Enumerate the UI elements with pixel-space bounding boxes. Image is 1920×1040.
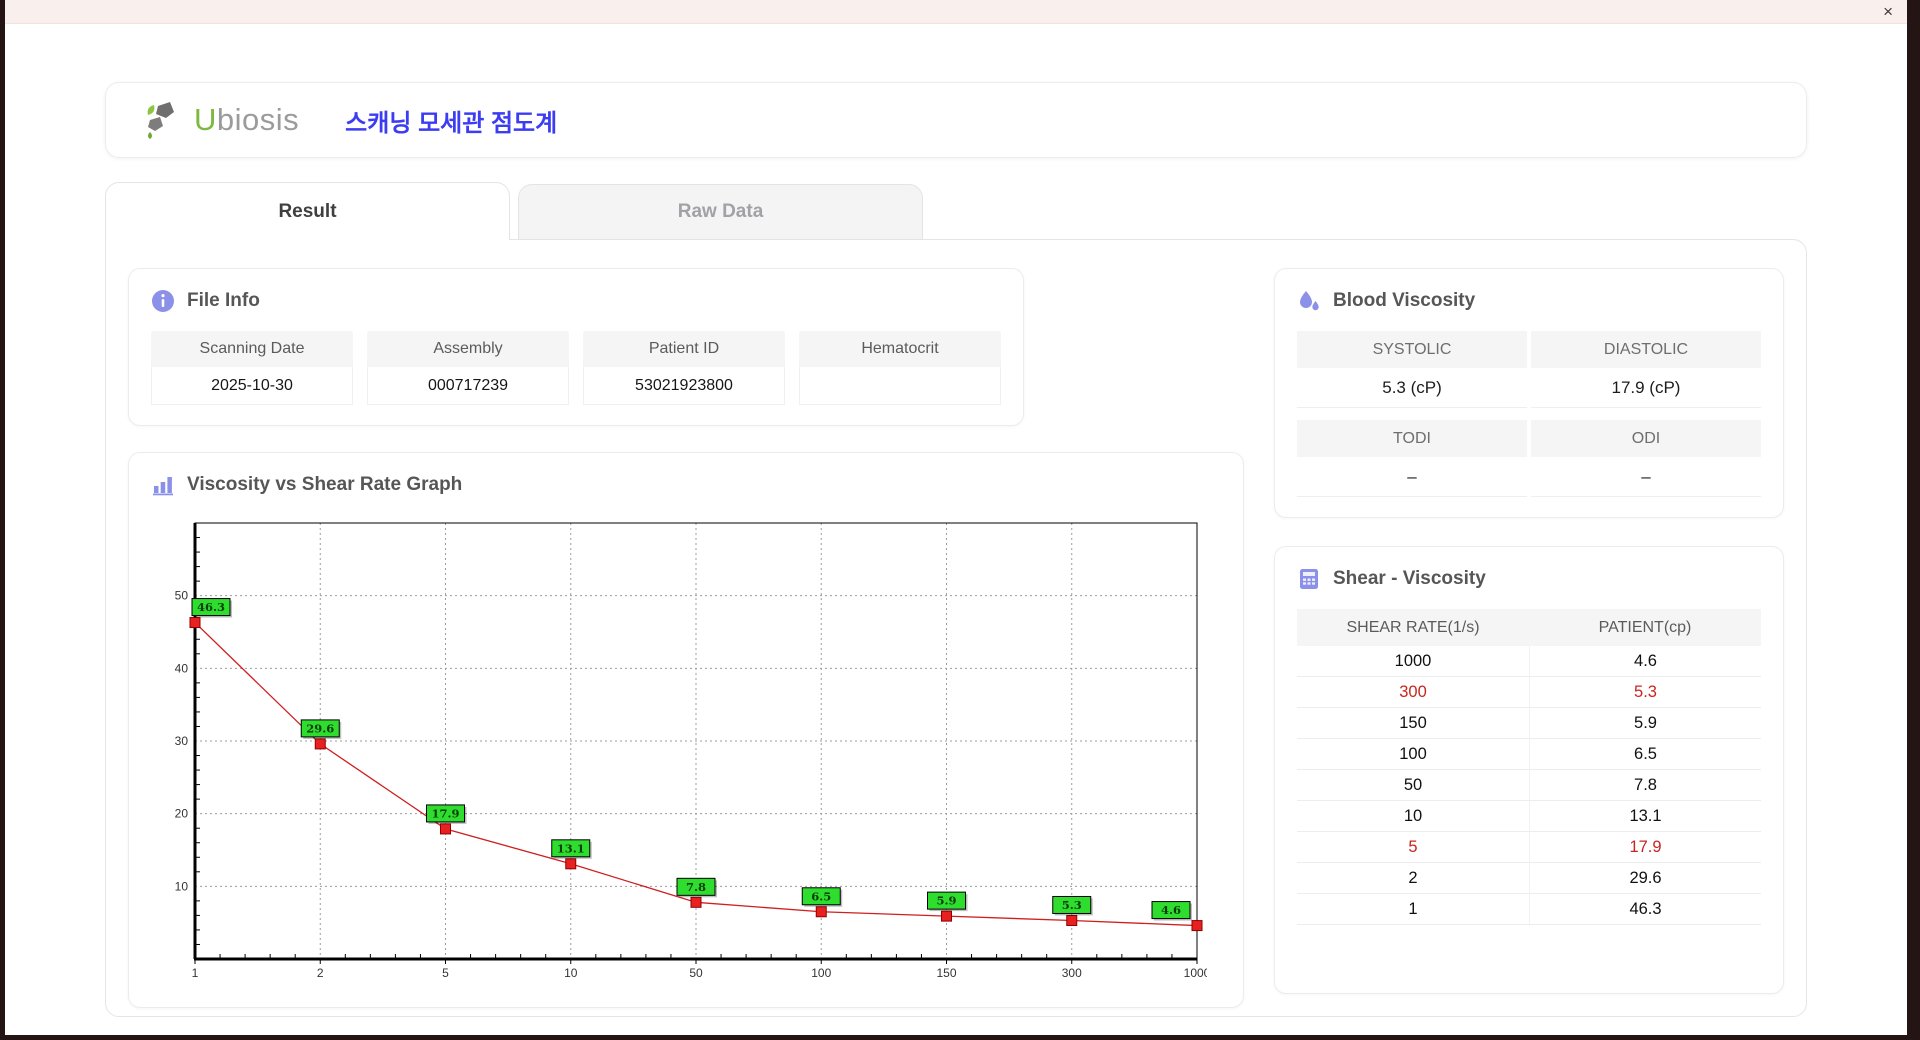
calculator-icon <box>1300 569 1318 589</box>
todi-value: – <box>1297 457 1527 497</box>
odi-label: ODI <box>1531 420 1761 457</box>
file-info-grid: Scanning Date 2025-10-30 Assembly 000717… <box>151 331 1001 405</box>
window-close-button[interactable]: × <box>1883 3 1893 20</box>
shear-row: 5 17.9 <box>1297 832 1761 863</box>
blood-drop-icon <box>1300 291 1319 311</box>
page: Ubiosis 스캐닝 모세관 점도계 Result Raw Data File… <box>5 24 1907 1017</box>
svg-text:17.9: 17.9 <box>431 806 459 820</box>
field-value: 2025-10-30 <box>151 367 353 405</box>
file-info-title: File Info <box>187 290 260 311</box>
svg-text:40: 40 <box>175 661 189 675</box>
systolic-value: 5.3 (cP) <box>1297 368 1527 408</box>
graph-header: Viscosity vs Shear Rate Graph <box>151 473 1221 497</box>
diastolic-value: 17.9 (cP) <box>1531 368 1761 408</box>
svg-text:100: 100 <box>811 966 831 980</box>
diastolic-label: DIASTOLIC <box>1531 331 1761 368</box>
svg-text:50: 50 <box>689 966 703 980</box>
col-patient: PATIENT(cp) <box>1598 618 1692 636</box>
shear-row: 300 5.3 <box>1297 677 1761 708</box>
svg-text:2: 2 <box>317 966 324 980</box>
shear-viscosity-header: Shear - Viscosity <box>1297 567 1761 591</box>
field-value <box>799 367 1001 405</box>
shear-row: 1000 4.6 <box>1297 646 1761 677</box>
col-shear-rate: SHEAR RATE(1/s) <box>1346 618 1480 636</box>
right-column: Blood Viscosity SYSTOLIC DIASTOLIC 5.3 (… <box>1274 268 1784 994</box>
field-label: Assembly <box>367 331 569 367</box>
tab-result[interactable]: Result <box>105 182 510 240</box>
graph-title: Viscosity vs Shear Rate Graph <box>187 474 463 495</box>
logo-text: Ubiosis <box>194 102 300 137</box>
ubiosis-logo: Ubiosis <box>144 100 299 140</box>
field-value: 000717239 <box>367 367 569 405</box>
svg-text:5.9: 5.9 <box>936 894 956 908</box>
blood-viscosity-grid: SYSTOLIC DIASTOLIC 5.3 (cP) 17.9 (cP) TO… <box>1297 331 1761 497</box>
svg-text:5: 5 <box>442 966 449 980</box>
tab-bar: Result Raw Data <box>105 182 1807 240</box>
svg-text:10: 10 <box>175 879 189 893</box>
field-label: Patient ID <box>583 331 785 367</box>
bar-chart-icon <box>153 477 173 496</box>
field-label: Hematocrit <box>799 331 1001 367</box>
viscosity-chart: 10 20 30 40 50 1 2 5 10 50 100 150 300 1000 46.3 29.6 17… <box>151 515 1207 987</box>
svg-text:7.8: 7.8 <box>686 880 706 894</box>
systolic-label: SYSTOLIC <box>1297 331 1527 368</box>
svg-text:30: 30 <box>175 734 189 748</box>
graph-card: Viscosity vs Shear Rate Graph 10 20 30 40 50… <box>128 452 1244 1008</box>
svg-text:10: 10 <box>564 966 578 980</box>
field-value: 53021923800 <box>583 367 785 405</box>
ubiosis-logo-icon <box>147 102 174 139</box>
todi-label: TODI <box>1297 420 1527 457</box>
left-column: File Info Scanning Date 2025-10-30 Assem… <box>128 268 1244 1008</box>
svg-text:150: 150 <box>936 966 956 980</box>
field-scanning-date: Scanning Date 2025-10-30 <box>151 331 353 405</box>
svg-text:50: 50 <box>175 589 189 603</box>
shear-viscosity-card: Shear - Viscosity SHEAR RATE(1/s) PATIEN… <box>1274 546 1784 994</box>
shear-row: 100 6.5 <box>1297 739 1761 770</box>
svg-text:4.6: 4.6 <box>1161 903 1181 917</box>
field-patient-id: Patient ID 53021923800 <box>583 331 785 405</box>
file-info-card: File Info Scanning Date 2025-10-30 Assem… <box>128 268 1024 426</box>
shear-row: 10 13.1 <box>1297 801 1761 832</box>
shear-table-header: SHEAR RATE(1/s) PATIENT(cp) <box>1297 609 1761 646</box>
blood-viscosity-header: Blood Viscosity <box>1297 289 1761 313</box>
svg-text:5.3: 5.3 <box>1062 898 1082 912</box>
odi-value: – <box>1531 457 1761 497</box>
field-assembly: Assembly 000717239 <box>367 331 569 405</box>
svg-text:29.6: 29.6 <box>306 721 334 735</box>
svg-text:6.5: 6.5 <box>811 889 831 903</box>
shear-viscosity-title: Shear - Viscosity <box>1333 568 1486 589</box>
result-panel: File Info Scanning Date 2025-10-30 Assem… <box>105 239 1807 1017</box>
shear-row: 1 46.3 <box>1297 894 1761 925</box>
field-hematocrit: Hematocrit <box>799 331 1001 405</box>
info-icon <box>152 290 174 312</box>
shear-row: 2 29.6 <box>1297 863 1761 894</box>
header-card: Ubiosis 스캐닝 모세관 점도계 <box>105 82 1807 158</box>
app-window: × Ubiosis 스캐닝 모세관 점도계 Result Raw Data Fi… <box>0 0 1920 1040</box>
svg-text:300: 300 <box>1062 966 1082 980</box>
svg-text:13.1: 13.1 <box>557 841 585 855</box>
app-title: 스캐닝 모세관 점도계 <box>345 109 558 137</box>
window-titlebar: × <box>5 0 1907 24</box>
svg-text:1: 1 <box>192 966 199 980</box>
shear-row: 50 7.8 <box>1297 770 1761 801</box>
tab-raw-data[interactable]: Raw Data <box>518 184 923 240</box>
file-info-header: File Info <box>151 289 1001 313</box>
field-label: Scanning Date <box>151 331 353 367</box>
svg-text:46.3: 46.3 <box>197 600 225 614</box>
shear-row: 150 5.9 <box>1297 708 1761 739</box>
svg-text:20: 20 <box>175 807 189 821</box>
blood-viscosity-card: Blood Viscosity SYSTOLIC DIASTOLIC 5.3 (… <box>1274 268 1784 518</box>
svg-text:1000: 1000 <box>1184 966 1207 980</box>
blood-viscosity-title: Blood Viscosity <box>1333 290 1476 311</box>
